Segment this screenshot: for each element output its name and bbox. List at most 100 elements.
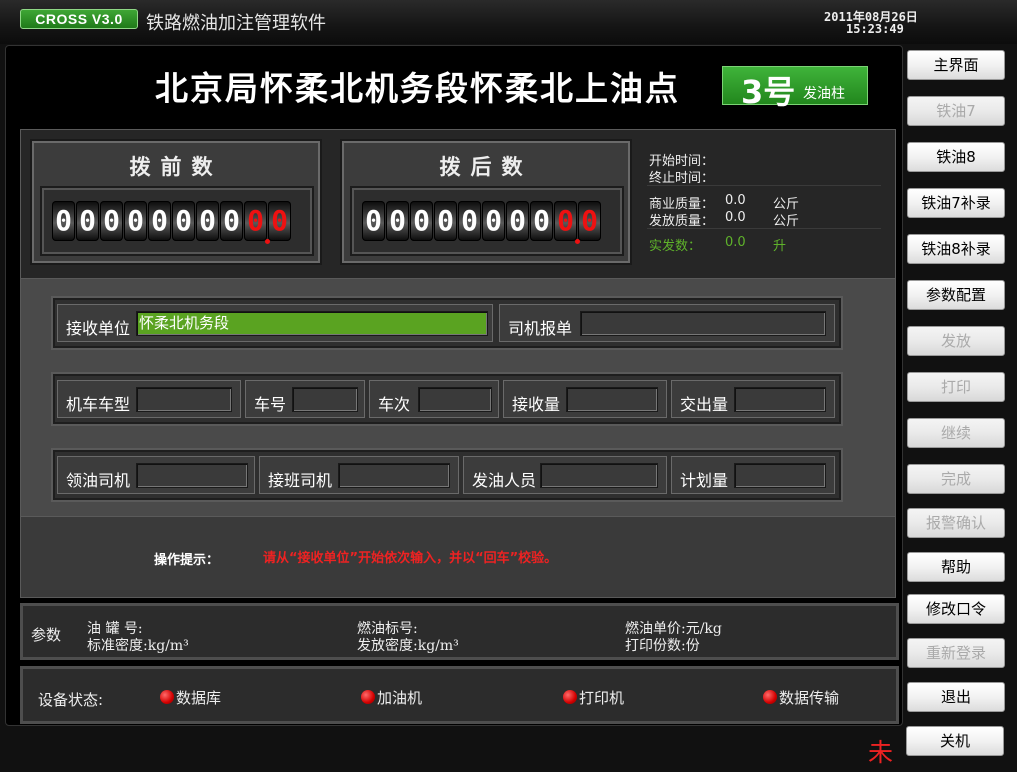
dispenser-input[interactable] — [540, 463, 658, 488]
operation-hint-label: 操作提示： — [154, 553, 220, 568]
oil7-supplement-button[interactable]: 铁油7补录 — [907, 188, 1005, 218]
counter-digit: 0 — [76, 201, 99, 241]
counter-digit: 0 — [148, 201, 171, 241]
station-title: 北京局怀柔北机务段怀柔北上油点 — [155, 69, 680, 108]
main-screen-button[interactable]: 主界面 — [907, 50, 1005, 80]
fuel-driver-input[interactable] — [136, 463, 248, 488]
loco-type-label: 机车车型 — [66, 395, 131, 414]
counter-after-display: 0000000000 — [350, 186, 624, 256]
counter-digit: 0 — [434, 201, 457, 241]
form-row-locomotive: 机车车型 车号 车次 接收量 交出量 — [51, 372, 843, 426]
exit-button[interactable]: 退出 — [907, 682, 1005, 712]
change-password-button[interactable]: 修改口令 — [907, 594, 1005, 624]
counter-digit: 0 — [482, 201, 505, 241]
operation-hint-section: 操作提示： 请从“接收单位”开始依次输入，并以“回车”校验。 — [20, 516, 896, 598]
counter-section: 拨前数 0000000000 拨后数 0000000000 开始时间： 终止时间… — [20, 129, 896, 279]
fuel-driver-cell: 领油司机 — [57, 456, 255, 494]
loco-no-input[interactable] — [292, 387, 358, 412]
relogin-button[interactable]: 重新登录 — [907, 638, 1005, 668]
operation-hint-text: 请从“接收单位”开始依次输入，并以“回车”校验。 — [263, 551, 558, 566]
pump-suffix: 发油柱 — [803, 86, 845, 102]
receiver-label: 接收单位 — [66, 319, 131, 338]
loco-type-input[interactable] — [136, 387, 232, 412]
dispatched-mass-value: 0.0 — [725, 210, 746, 225]
receiver-cell: 接收单位 怀柔北机务段 — [57, 304, 493, 342]
pump-badge: 3号 发油柱 — [722, 66, 868, 111]
params-section: 参数 油 罐 号: 标准密度:kg/m³ 燃油标号: 发放密度:kg/m³ 燃油… — [20, 603, 899, 660]
std-density: 标准密度:kg/m³ — [87, 638, 189, 654]
shift-driver-cell: 接班司机 — [259, 456, 459, 494]
handover-qty-input[interactable] — [734, 387, 826, 412]
status-database: 数据库 — [160, 687, 221, 708]
oil8-supplement-button[interactable]: 铁油8补录 — [907, 234, 1005, 264]
print-button[interactable]: 打印 — [907, 372, 1005, 402]
complete-button[interactable]: 完成 — [907, 464, 1005, 494]
counter-digit: 0 — [362, 201, 385, 241]
loco-no-label: 车号 — [254, 395, 287, 414]
app-version-badge: CROSS V3.0 — [20, 9, 138, 29]
counter-digit: 0 — [268, 201, 291, 241]
handover-qty-label: 交出量 — [680, 395, 729, 414]
counter-digit: 0 — [52, 201, 75, 241]
status-database-label: 数据库 — [176, 689, 222, 707]
plan-qty-input[interactable] — [734, 463, 826, 488]
title-bar: CROSS V3.0 铁路燃油加注管理软件 2011年08月26日 15:23:… — [0, 0, 1017, 44]
app-title: 铁路燃油加注管理软件 — [146, 13, 326, 34]
dispatch-button[interactable]: 发放 — [907, 326, 1005, 356]
info-divider — [647, 185, 881, 186]
train-no-input[interactable] — [418, 387, 492, 412]
oil8-button[interactable]: 铁油8 — [907, 142, 1005, 172]
counter-digit: 0 — [100, 201, 123, 241]
counter-after-title: 拨后数 — [439, 155, 533, 179]
receiver-input[interactable]: 怀柔北机务段 — [136, 311, 488, 336]
status-indicator-icon — [361, 690, 375, 704]
fuel-info-area: 开始时间： 终止时间： 商业质量： 0.0 公斤 发放质量： 0.0 公斤 实发… — [647, 148, 887, 268]
loco-type-cell: 机车车型 — [57, 380, 241, 418]
counter-after: 拨后数 0000000000 — [340, 139, 632, 265]
counter-digit: 0 — [386, 201, 409, 241]
shutdown-button[interactable]: 关机 — [906, 726, 1004, 756]
status-printer: 打印机 — [563, 687, 624, 708]
counter-before-digits: 0000000000 — [52, 201, 291, 241]
driver-report-input[interactable] — [580, 311, 826, 336]
counter-digit: 0 — [124, 201, 147, 241]
train-no-cell: 车次 — [369, 380, 499, 418]
handover-qty-cell: 交出量 — [671, 380, 835, 418]
help-button[interactable]: 帮助 — [907, 552, 1005, 582]
status-data-transfer: 数据传输 — [763, 687, 839, 708]
device-status-label: 设备状态: — [38, 691, 104, 709]
status-fuel-dispenser-label: 加油机 — [377, 689, 423, 707]
current-time: 15:23:49 — [846, 22, 904, 36]
status-fuel-dispenser: 加油机 — [361, 687, 422, 708]
decimal-point — [265, 239, 270, 244]
pump-number: 3号 — [741, 73, 796, 111]
counter-digit: 0 — [578, 201, 601, 241]
counter-digit: 0 — [458, 201, 481, 241]
dispenser-label: 发油人员 — [472, 471, 537, 490]
alarm-confirm-button[interactable]: 报警确认 — [907, 508, 1005, 538]
dispenser-cell: 发油人员 — [463, 456, 667, 494]
counter-digit: 0 — [530, 201, 553, 241]
params-title: 参数 — [31, 626, 62, 644]
oil7-button[interactable]: 铁油7 — [907, 96, 1005, 126]
shift-driver-input[interactable] — [338, 463, 450, 488]
counter-after-digits: 0000000000 — [362, 201, 601, 241]
plan-qty-cell: 计划量 — [671, 456, 835, 494]
input-form-section: 接收单位 怀柔北机务段 司机报单 机车车型 车号 车次 接收量 交出量 领油司机… — [20, 279, 896, 516]
actual-value: 0.0 — [725, 235, 746, 250]
dispatched-mass-label: 发放质量： — [649, 214, 715, 229]
status-indicator-icon — [763, 690, 777, 704]
counter-digit: 0 — [554, 201, 577, 241]
receive-qty-cell: 接收量 — [503, 380, 667, 418]
counter-before: 拨前数 0000000000 — [30, 139, 322, 265]
params-config-button[interactable]: 参数配置 — [907, 280, 1005, 310]
train-no-label: 车次 — [378, 395, 411, 414]
status-mark: 未 — [868, 738, 894, 767]
continue-button[interactable]: 继续 — [907, 418, 1005, 448]
actual-label: 实发数： — [649, 239, 702, 254]
counter-digit: 0 — [244, 201, 267, 241]
print-copies: 打印份数:份 — [625, 638, 700, 654]
status-data-transfer-label: 数据传输 — [779, 689, 840, 707]
receive-qty-input[interactable] — [566, 387, 658, 412]
form-row-personnel: 领油司机 接班司机 发油人员 计划量 — [51, 448, 843, 502]
